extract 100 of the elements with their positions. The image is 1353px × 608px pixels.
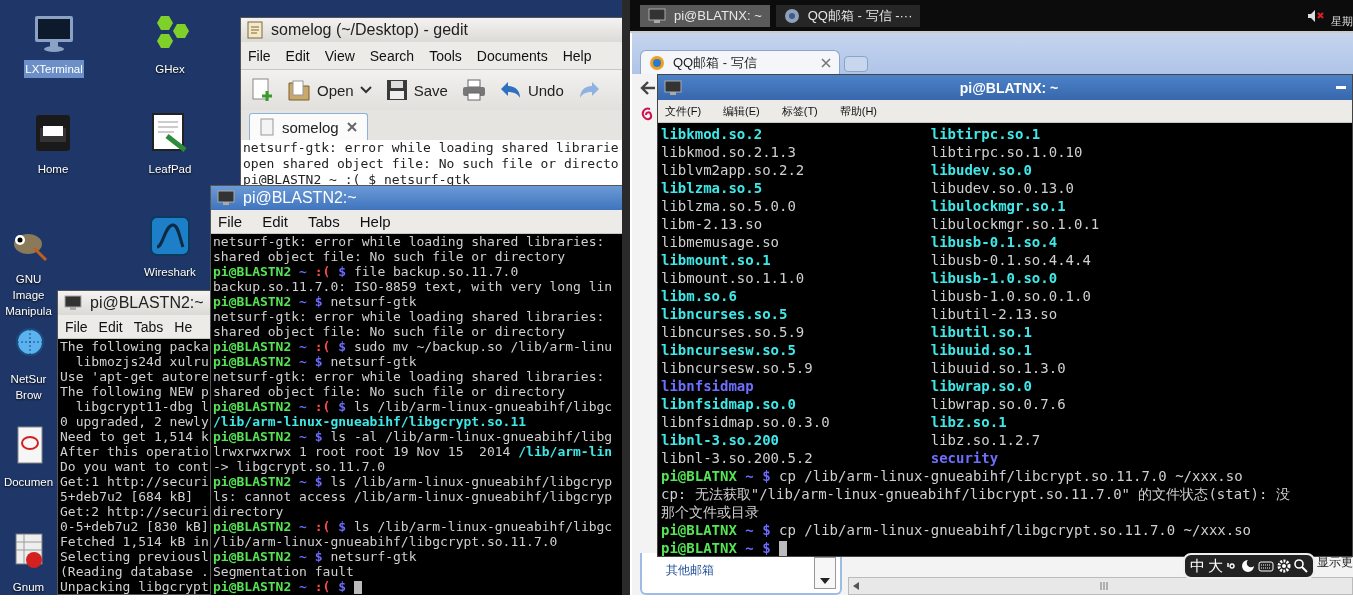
terminal-line: Unpacking libgcrypt [60,579,209,594]
menu-item[interactable]: 标签(T) [781,103,818,119]
file-name: libwrap.so.0.7.6 [930,395,1066,413]
menu-item[interactable]: Tabs [308,213,340,230]
taskbar-button[interactable]: QQ邮箱 - 写信 -··· [775,4,921,27]
terminal-line: pi@BLASTN2 ~ :( $ ls /lib/arm-linux-gnueabihf/libgc [213,519,613,534]
open-button[interactable]: Open [285,76,374,104]
monitor-icon [648,7,666,24]
terminal-line: Need to get 1,514 k [60,429,209,444]
terminal-line: -> libgcrypt.so.11.7.0 [213,459,386,474]
settings-icon[interactable] [1277,559,1291,573]
caret-icon [359,86,372,94]
menu-item[interactable]: Documents [476,47,548,64]
icon-label[interactable]: GNU Image Manipula [0,270,57,320]
file-name: liblvm2app.so.2.2 [661,161,805,179]
mailbox-link[interactable]: 其他邮箱 [666,562,714,579]
undo-button[interactable]: Undo [497,78,566,102]
terminal-line: Get:1 http://securi [60,474,209,489]
horizontal-scrollbar[interactable] [848,577,1353,595]
document-tab[interactable]: somelog [249,113,368,140]
search-icon[interactable] [1294,559,1308,573]
back-arrow-icon[interactable] [640,80,656,96]
close-icon[interactable] [346,122,357,132]
scroll-down-button[interactable] [814,557,836,589]
moon-icon[interactable] [1241,559,1255,573]
terminal-line: pi@BLASTN2 ~ :( $ [213,579,362,594]
terminal-line: Segmentation fault [213,564,354,579]
menu-item[interactable]: Edit [262,213,289,230]
file-name: libz.so.1.2.7 [930,431,1041,449]
grip-icon [1099,582,1108,590]
floppy-icon [385,79,408,101]
icon-label[interactable]: LeafPad [147,160,193,178]
menu-item[interactable]: View [324,47,355,64]
file-name: libtirpc.so.1.0.10 [930,143,1083,161]
monitor-icon [217,190,235,206]
terminal-line: The following packa [60,339,209,354]
keyboard-icon[interactable] [1258,560,1274,572]
menu-item[interactable]: He [174,318,193,335]
file-name: libuuid.so.1.3.0 [930,359,1066,377]
menu-item[interactable]: File [218,213,243,230]
file-name: libmount.so.1 [661,251,771,269]
menu-item[interactable]: Edit [98,318,123,335]
terminal-line: pi@BLATNX ~ $ cp /lib/arm-linux-gnueabihf/libgcrypt.so.11.7.0 ~/xxx.so [661,521,1252,539]
terminal-line: pi@BLASTN2 ~ $ netsurf-gtk [213,354,417,369]
menu-item[interactable]: Search [369,47,415,64]
taskbar-button[interactable]: pi@BLATNX: ~ [640,4,770,27]
file-name: libncursesw.so.5 [661,341,796,359]
close-icon[interactable] [821,57,831,68]
minimize-icon[interactable] [1336,85,1346,90]
file-name: libnl-3.so.200 [661,431,779,449]
monitor-icon [664,79,682,96]
terminal-line: libgcrypt11-dbg l [74,399,209,414]
file-name: libtirpc.so.1 [930,125,1041,143]
menu-item[interactable]: Tabs [133,318,164,335]
terminal-line: shared object file: No such file or directory [213,324,566,339]
icon-label[interactable]: Wireshark [143,263,197,281]
menu-item[interactable]: File [65,318,88,335]
file-name: libkmod.so.2 [661,125,763,143]
muted-speaker-icon[interactable] [1307,8,1325,23]
menu-item[interactable]: 帮助(H) [839,103,878,119]
input-mode-button[interactable]: 中 [1190,556,1205,576]
terminal-line: libmozjs24d xulru [74,354,209,369]
terminal-line: pi@BLASTN2 ~ $ netsurf-gtk [213,294,417,309]
icon-label[interactable]: GHex [154,60,186,78]
printer-icon [461,79,486,101]
new-document-button[interactable] [249,76,275,104]
swirl-icon [640,106,654,122]
icon-label[interactable]: Documen [2,473,55,491]
fin-icon[interactable] [149,215,191,257]
icon-label[interactable]: Home [36,160,70,178]
caret-icon [853,582,859,590]
terminal-line: ls: cannot access /lib/arm-linux-gnueabihf/libgcryp [213,489,613,504]
punctuation-icon[interactable] [1226,561,1238,571]
menu-item[interactable]: Tools [429,47,462,64]
file-name: libudev.so.0.13.0 [930,179,1074,197]
file-name: libz.so.1 [930,413,1007,431]
undo-arrow-icon [499,80,522,100]
file-name: libnfsidmap.so.0.3.0 [661,413,830,431]
new-document-icon [251,78,273,102]
terminal-line: Do you want to cont [60,459,209,474]
save-button[interactable]: Save [383,77,450,103]
icon-label[interactable]: NetSur Brow [0,370,57,404]
menu-item[interactable]: Help [359,213,391,230]
browser-tab[interactable]: QQ邮箱 - 写信 [640,50,840,74]
terminal-line: pi@BLASTN2 ~ $ netsurf-gtk [213,549,417,564]
show-more-text: 显示更 [1317,554,1353,571]
terminal-line: 0-5+deb7u2 [830 kB] [60,519,209,534]
file-name: libusb-0.1.so.4.4.4 [930,251,1091,269]
file-name: libncurses.so.5.9 [661,323,805,341]
terminal-line: pi@BLATNX ~ $ [661,539,788,556]
input-mode-button[interactable]: 大 [1208,556,1223,576]
menu-item[interactable]: File [248,47,271,64]
menu-item[interactable]: Edit [285,47,310,64]
menu-item[interactable]: 文件(F) [665,103,702,119]
terminal-line: Selecting previousl [60,549,209,564]
terminal-line: lrwxrwxrwx 1 root root 19 Nov 15 2014 /lib/arm-lin [213,444,613,459]
text-line: netsurf-gtk: error while loading shared librarie [243,140,619,156]
menu-item[interactable]: 编辑(E) [723,103,760,119]
menu-item[interactable]: Help [562,47,592,64]
icon-label[interactable]: Gnum [11,578,46,595]
